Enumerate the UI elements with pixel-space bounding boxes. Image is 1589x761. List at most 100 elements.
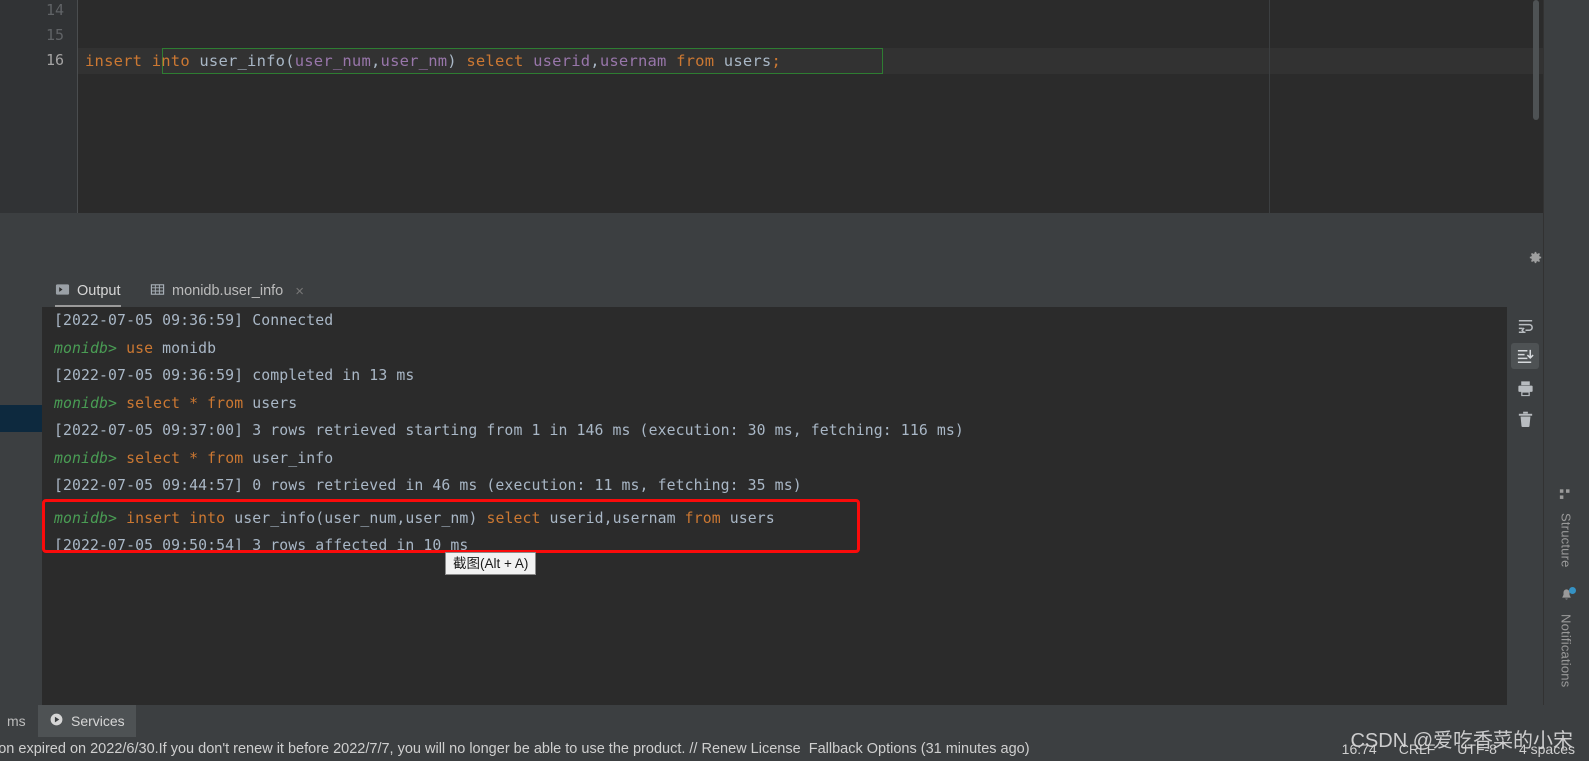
console-prompt: monidb> xyxy=(54,510,118,527)
sql-column-user-num: user_num xyxy=(324,510,397,527)
sidebar-item-structure-label: Structure xyxy=(1558,513,1574,568)
sql-keyword-select: select xyxy=(456,52,534,70)
console-line: monidb> select * from users xyxy=(54,390,297,417)
editor-bottom-strip xyxy=(0,213,1543,239)
gear-icon[interactable] xyxy=(1527,249,1544,266)
sql-paren-close: ) xyxy=(447,52,457,70)
console-tabs: Output monidb.user_info × xyxy=(0,275,1543,307)
tab-monidb-user-info[interactable]: monidb.user_info × xyxy=(150,275,304,307)
sql-table-users: users xyxy=(729,510,775,527)
sql-identifier: monidb xyxy=(162,340,217,357)
console-line: monidb> select * from user_info xyxy=(54,445,333,472)
sql-keyword: select xyxy=(117,395,190,412)
log-text: 3 rows affected in 10 ms xyxy=(243,537,469,554)
indent-setting[interactable]: 4 spaces xyxy=(1519,741,1575,757)
console-left-gutter xyxy=(0,307,42,705)
sql-identifier: user_info xyxy=(252,450,334,467)
console-output[interactable]: [2022-07-05 09:36:59] Connected monidb> … xyxy=(42,307,1507,705)
sql-editor[interactable]: 14 15 16 insert into user_info(user_num,… xyxy=(0,0,1543,213)
sidebar-item-notifications-label: Notifications xyxy=(1558,614,1574,688)
sql-comma-1: , xyxy=(371,52,381,70)
log-timestamp: [2022-07-05 09:36:59] xyxy=(54,367,244,384)
bottom-toolwindow-bar: ms Services xyxy=(0,705,1589,737)
console-prompt: monidb> xyxy=(54,395,118,412)
sql-column-user-nm: user_nm xyxy=(405,510,469,527)
line-number-current: 16 xyxy=(45,51,64,69)
sql-column-userid: userid xyxy=(533,52,591,70)
sql-column-user-nm: user_nm xyxy=(380,52,448,70)
sql-column-usernam: usernam xyxy=(612,510,676,527)
soft-wrap-icon[interactable] xyxy=(1514,315,1536,337)
right-margin-guide xyxy=(1269,0,1270,213)
sql-paren-open: ( xyxy=(315,510,325,527)
services-icon xyxy=(49,712,64,730)
sql-comma: , xyxy=(603,510,613,527)
sql-keyword-from: from xyxy=(207,450,253,467)
caret-position[interactable]: 16:74 xyxy=(1342,741,1377,757)
console-line: [2022-07-05 09:36:59] completed in 13 ms xyxy=(54,362,414,389)
close-icon[interactable]: × xyxy=(295,283,304,300)
log-text: Connected xyxy=(243,312,334,329)
sql-table: user_info xyxy=(234,510,316,527)
bottom-tab-problems[interactable]: ms xyxy=(0,705,37,737)
sql-keyword-insert-into: insert into xyxy=(117,510,235,527)
sql-paren-open: ( xyxy=(285,52,295,70)
log-text: 0 rows retrieved in 46 ms (execution: 11… xyxy=(243,477,802,494)
run-output-icon xyxy=(55,282,70,301)
log-timestamp: [2022-07-05 09:36:59] xyxy=(54,312,244,329)
sql-table-user-info: user_info xyxy=(199,52,286,70)
line-separator[interactable]: CRLF xyxy=(1399,741,1436,757)
tab-output-label: Output xyxy=(77,283,121,299)
sql-column-user-num: user_num xyxy=(294,52,371,70)
sidebar-item-notifications[interactable]: Notifications xyxy=(1551,587,1581,688)
tab-monidb-user-info-label: monidb.user_info xyxy=(172,283,284,299)
sql-semicolon: ; xyxy=(771,52,781,70)
editor-gutter[interactable]: 14 15 16 xyxy=(0,0,78,213)
line-number: 15 xyxy=(45,26,64,44)
file-encoding[interactable]: UTF-8 xyxy=(1457,741,1497,757)
structure-icon xyxy=(1559,488,1573,507)
fallback-options-link[interactable]: Fallback Options xyxy=(809,741,917,757)
console-line-insert: monidb> insert into user_info(user_num,u… xyxy=(54,505,775,532)
license-suffix: (31 minutes ago) xyxy=(916,741,1030,757)
console-prompt: monidb> xyxy=(54,450,118,467)
tab-output[interactable]: Output xyxy=(55,275,121,307)
license-message-text: ion expired on 2022/6/30.If you don't re… xyxy=(0,741,702,757)
sidebar-item-structure[interactable]: Structure xyxy=(1551,488,1581,568)
sql-comma-2: , xyxy=(590,52,600,70)
line-number: 14 xyxy=(45,1,64,19)
log-timestamp: [2022-07-05 09:44:57] xyxy=(54,477,244,494)
sql-column-userid: userid xyxy=(549,510,604,527)
sql-identifier: users xyxy=(252,395,298,412)
console-line: [2022-07-05 09:36:59] Connected xyxy=(54,307,333,334)
sql-keyword: select xyxy=(117,450,190,467)
screenshot-tooltip: 截图(Alt + A) xyxy=(445,552,537,575)
console-selection-marker xyxy=(0,405,42,432)
editor-vertical-scrollbar[interactable] xyxy=(1533,0,1539,120)
console-line: [2022-07-05 09:50:54] 3 rows affected in… xyxy=(54,532,468,559)
bottom-tab-services-label: Services xyxy=(71,713,125,729)
sql-table-users: users xyxy=(723,52,772,70)
console-toolbar xyxy=(1507,307,1543,705)
renew-license-link[interactable]: Renew License xyxy=(702,741,801,757)
table-icon xyxy=(150,282,165,301)
stripe-separator xyxy=(1543,0,1544,737)
license-message: ion expired on 2022/6/30.If you don't re… xyxy=(0,741,1030,757)
scroll-to-end-icon[interactable] xyxy=(1511,343,1539,369)
sql-keyword-from: from xyxy=(675,510,730,527)
clear-all-icon[interactable] xyxy=(1514,408,1536,430)
sql-keyword-from: from xyxy=(666,52,724,70)
notification-badge xyxy=(1568,587,1576,594)
sql-column-usernam: usernam xyxy=(599,52,667,70)
bottom-tab-problems-label: ms xyxy=(7,713,26,729)
sql-statement-line[interactable]: insert into user_info(user_num,user_nm) … xyxy=(85,48,781,74)
log-timestamp: [2022-07-05 09:50:54] xyxy=(54,537,244,554)
code-surface[interactable]: insert into user_info(user_num,user_nm) … xyxy=(78,0,1543,213)
print-icon[interactable] xyxy=(1514,377,1536,399)
console-prompt: monidb> xyxy=(54,340,118,357)
log-text: 3 rows retrieved starting from 1 in 146 … xyxy=(243,422,964,439)
sql-keyword-select: select xyxy=(477,510,550,527)
bottom-tab-services[interactable]: Services xyxy=(38,705,136,737)
log-timestamp: [2022-07-05 09:37:00] xyxy=(54,422,244,439)
sql-star: * xyxy=(189,450,208,467)
